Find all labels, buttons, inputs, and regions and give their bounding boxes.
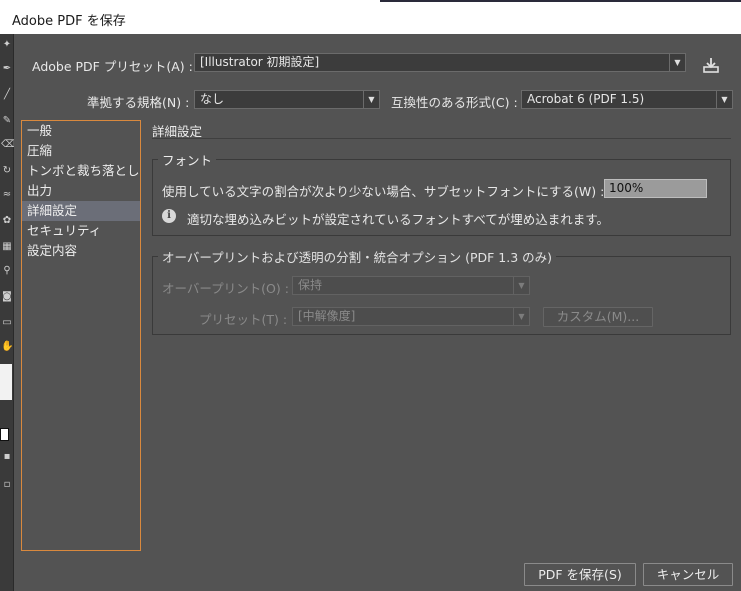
- screen-mode-icon[interactable]: ▪: [1, 450, 13, 464]
- standard-value: なし: [200, 92, 225, 106]
- sidebar-item-advanced[interactable]: 詳細設定: [22, 201, 140, 221]
- chevron-down-icon: ▼: [513, 308, 529, 325]
- chevron-down-icon: ▼: [669, 54, 685, 71]
- preset-value: [Illustrator 初期設定]: [200, 55, 320, 69]
- title-bar-edge: [380, 0, 741, 2]
- rotate-tool-icon[interactable]: ↻: [1, 164, 13, 178]
- category-list[interactable]: 一般 圧縮 トンボと裁ち落とし 出力 詳細設定 セキュリティ 設定内容: [21, 120, 141, 551]
- line-tool-icon[interactable]: ╱: [1, 88, 13, 102]
- overprint-select[interactable]: 保持 ▼: [292, 276, 530, 295]
- stroke-swatch[interactable]: [0, 428, 9, 441]
- font-group-legend: フォント: [158, 150, 217, 169]
- chevron-down-icon: ▼: [513, 277, 529, 294]
- tool-strip: ✦ ✒ ╱ ✎ ⌫ ↻ ≈ ✿ ▦ ⚲ ◙ ▭ ✋ ▪ ▫: [0, 34, 15, 591]
- symbol-tool-icon[interactable]: ✿: [1, 214, 13, 228]
- cancel-button[interactable]: キャンセル: [643, 563, 733, 586]
- overprint-label: オーバープリント(O) :: [162, 281, 289, 296]
- subset-threshold-label: 使用している文字の割合が次より少ない場合、サブセットフォントにする(W) :: [162, 184, 605, 199]
- sidebar-item-summary[interactable]: 設定内容: [22, 241, 140, 261]
- eraser-tool-icon[interactable]: ⌫: [1, 138, 15, 152]
- chevron-down-icon: ▼: [716, 91, 732, 108]
- flattener-preset-label: プリセット(T) :: [199, 312, 288, 327]
- eyedropper-tool-icon[interactable]: ⚲: [1, 264, 13, 278]
- subset-threshold-input[interactable]: 100%: [604, 179, 707, 198]
- fill-swatch[interactable]: [0, 364, 12, 400]
- brush-tool-icon[interactable]: ✎: [1, 114, 13, 128]
- flattener-preset-select[interactable]: [中解像度] ▼: [292, 307, 530, 326]
- standard-select[interactable]: なし ▼: [194, 90, 380, 109]
- sidebar-item-general[interactable]: 一般: [22, 121, 140, 141]
- selection-tool-icon[interactable]: ✦: [1, 38, 13, 52]
- mesh-tool-icon[interactable]: ▦: [1, 240, 13, 254]
- font-embed-info-text: 適切な埋め込みビットが設定されているフォントすべてが埋め込まれます。: [187, 212, 610, 227]
- hand-tool-icon[interactable]: ✋: [1, 340, 13, 354]
- draw-mode-icon[interactable]: ▫: [1, 478, 13, 492]
- artboard-tool-icon[interactable]: ▭: [1, 316, 13, 330]
- sidebar-item-output[interactable]: 出力: [22, 181, 140, 201]
- chevron-down-icon: ▼: [363, 91, 379, 108]
- save-pdf-dialog: Adobe PDF プリセット(A) : [Illustrator 初期設定] …: [14, 34, 741, 591]
- overprint-group-legend: オーバープリントおよび透明の分割・統合オプション (PDF 1.3 のみ): [158, 247, 557, 266]
- sidebar-item-security[interactable]: セキュリティ: [22, 221, 140, 241]
- compatibility-select[interactable]: Acrobat 6 (PDF 1.5) ▼: [521, 90, 733, 109]
- compatibility-value: Acrobat 6 (PDF 1.5): [527, 92, 645, 106]
- overprint-value: 保持: [298, 278, 323, 292]
- standard-label: 準拠する規格(N) :: [87, 95, 190, 110]
- custom-button[interactable]: カスタム(M)...: [543, 307, 653, 327]
- camera-tool-icon[interactable]: ◙: [1, 290, 13, 304]
- sidebar-item-compression[interactable]: 圧縮: [22, 141, 140, 161]
- window-title: Adobe PDF を保存: [12, 14, 126, 29]
- section-divider: [152, 138, 731, 139]
- preset-label: Adobe PDF プリセット(A) :: [32, 59, 193, 74]
- warp-tool-icon[interactable]: ≈: [1, 188, 13, 202]
- flattener-preset-value: [中解像度]: [298, 309, 356, 323]
- info-icon: i: [162, 209, 176, 223]
- title-bar: Adobe PDF を保存: [0, 0, 741, 34]
- compatibility-label: 互換性のある形式(C) :: [391, 95, 518, 110]
- pen-tool-icon[interactable]: ✒: [1, 62, 13, 76]
- sidebar-item-marks-bleeds[interactable]: トンボと裁ち落とし: [22, 161, 140, 181]
- save-preset-icon[interactable]: [702, 56, 720, 74]
- save-pdf-button[interactable]: PDF を保存(S): [524, 563, 636, 586]
- preset-select[interactable]: [Illustrator 初期設定] ▼: [194, 53, 686, 72]
